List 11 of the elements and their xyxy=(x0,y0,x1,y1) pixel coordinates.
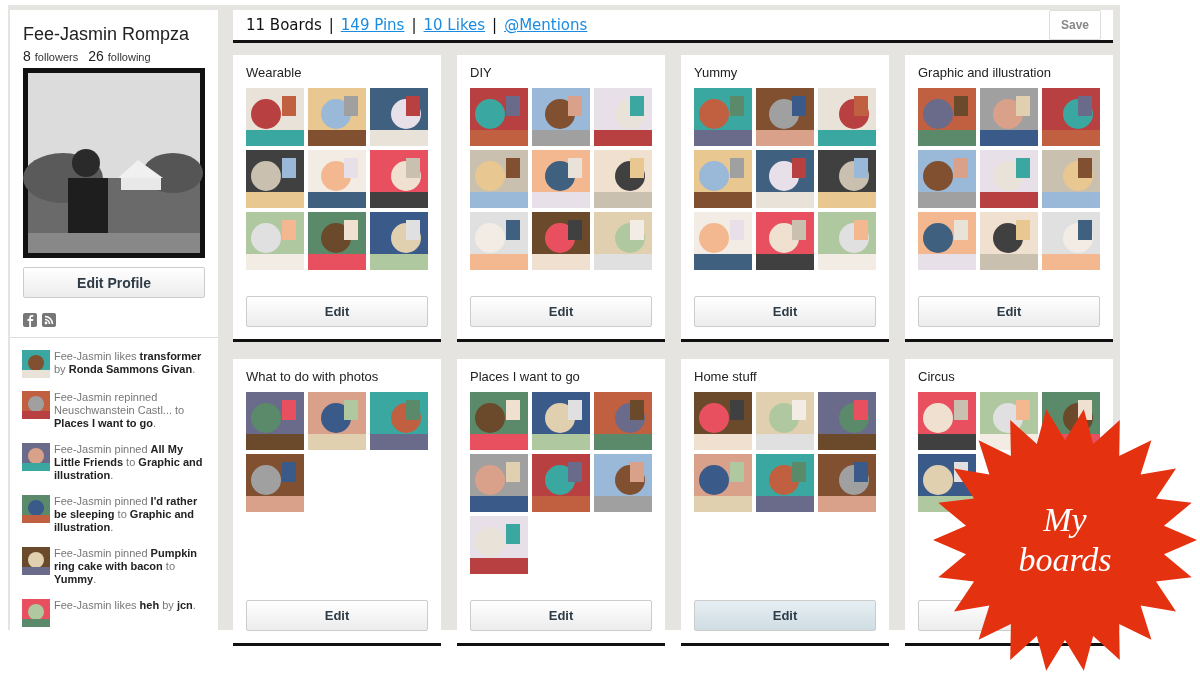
separator: | xyxy=(492,16,498,34)
separator: | xyxy=(411,16,417,34)
activity-text: Fee-Jasmin repinned Neuschwanstein Castl... to Places I want to go. xyxy=(54,391,186,430)
profile-name: Fee-Jasmin Rompza xyxy=(23,24,191,45)
activity-text: Fee-Jasmin likes transformer by Ronda Sammons Givan. xyxy=(54,350,203,376)
activity-text: Fee-Jasmin likes heh by jcn. xyxy=(54,599,197,612)
boards-count: 11 Boards xyxy=(246,16,322,34)
activity-text: Fee-Jasmin pinned I'd rather be sleeping to Graphic and illustration. xyxy=(54,495,199,534)
activity-text: Fee-Jasmin pinned Pumpkin ring cake with bacon to Yummy. xyxy=(54,547,199,586)
activity-text: Fee-Jasmin pinned All My Little Friends to Graphic and illustration. xyxy=(54,443,204,482)
separator: | xyxy=(328,16,334,34)
